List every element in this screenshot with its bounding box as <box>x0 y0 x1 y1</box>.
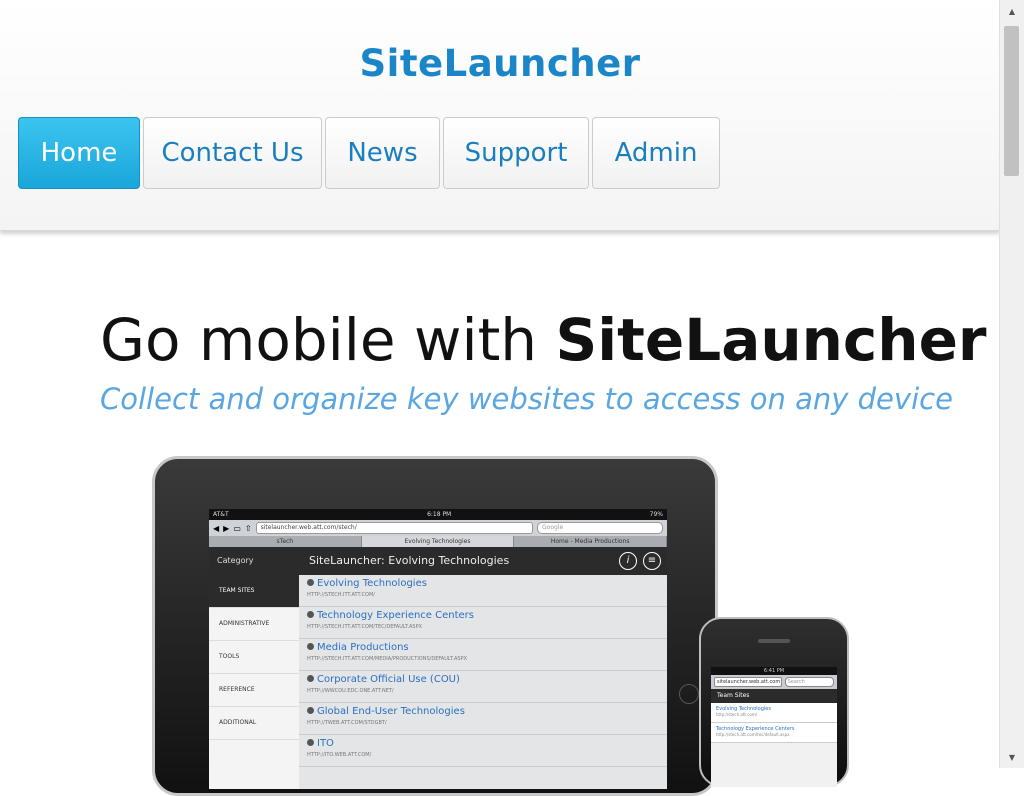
tablet-url-field: sitelauncher.web.att.com/stech/ <box>255 522 533 534</box>
bullet-icon <box>307 675 314 682</box>
tablet-site-url: HTTP://TWEB.ATT.COM/STDGBT/ <box>307 720 387 726</box>
bullet-icon <box>307 643 314 650</box>
tablet-site-url: HTTP://ITO.WEB.ATT.COM/ <box>307 752 372 758</box>
tablet-site-name: Media Productions <box>317 642 409 653</box>
hero-title: Go mobile with SiteLauncher <box>100 306 987 374</box>
forward-arrow-icon: ▶ <box>223 523 230 533</box>
nav-support-button[interactable]: Support <box>443 117 589 189</box>
info-icon: i <box>619 552 637 570</box>
tablet-category-item: REFERENCE <box>209 674 299 707</box>
tablet-carrier: AT&T <box>213 511 229 518</box>
phone-url-field: sitelauncher.web.att.com <box>714 677 782 687</box>
tablet-site-url: HTTP://STECH.ITT.ATT.COM/MEDIA/PRODUCTIO… <box>307 656 468 662</box>
nav-news-button[interactable]: News <box>325 117 440 189</box>
tablet-browser-toolbar: ◀ ▶ ▭ ⇧ sitelauncher.web.att.com/stech/ … <box>209 520 667 536</box>
tablet-tab: Home - Media Productions <box>514 536 667 547</box>
tablet-browser-tabs: sTech Evolving Technologies Home - Media… <box>209 536 667 547</box>
tablet-category-item: TEAM SITES <box>209 575 299 608</box>
phone-browser-toolbar: sitelauncher.web.att.com Search <box>711 675 837 689</box>
hero-title-prefix: Go mobile with <box>100 306 556 374</box>
tablet-site-name: Corporate Official Use (COU) <box>317 674 460 685</box>
main-nav: Home Contact Us News Support Admin <box>18 117 723 189</box>
tablet-category-sidebar: Category TEAM SITES ADMINISTRATIVE TOOLS… <box>209 547 299 789</box>
phone-site-url: http://stech.att.com/ <box>716 712 758 717</box>
phone-site-row: Technology Experience Centers http://stec… <box>711 723 837 743</box>
scroll-down-arrow-icon[interactable]: ▼ <box>1000 748 1024 766</box>
tablet-battery: 79% <box>649 511 663 518</box>
scroll-up-arrow-icon[interactable]: ▲ <box>1000 2 1024 20</box>
tablet-site-list: SiteLauncher: Evolving Technologies i ≡ … <box>299 547 667 789</box>
tablet-status-bar: AT&T 6:18 PM 79% <box>209 509 667 520</box>
brand-title[interactable]: SiteLauncher <box>0 42 1000 85</box>
hero-title-brand: SiteLauncher <box>555 306 987 374</box>
nav-home-button[interactable]: Home <box>18 117 140 189</box>
tablet-app-body: Category TEAM SITES ADMINISTRATIVE TOOLS… <box>209 547 667 789</box>
bullet-icon <box>307 739 314 746</box>
tablet-category-item: ADDITIONAL <box>209 707 299 740</box>
bullet-icon <box>307 579 314 586</box>
hero-subtitle: Collect and organize key websites to acc… <box>100 382 953 416</box>
bullet-icon <box>307 707 314 714</box>
tablet-site-name: Evolving Technologies <box>317 578 427 589</box>
tablet-site-row: ITO HTTP://ITO.WEB.ATT.COM/ <box>299 735 667 767</box>
site-header: SiteLauncher Home Contact Us News Suppor… <box>0 0 1000 231</box>
tablet-home-button-icon <box>679 684 699 704</box>
phone-screen: 6:41 PM sitelauncher.web.att.com Search … <box>711 667 837 787</box>
nav-admin-button[interactable]: Admin <box>592 117 720 189</box>
phone-status-bar: 6:41 PM <box>711 667 837 675</box>
tablet-site-url: HTTP://WWCOU.EDC.ONE.ATT.NET/ <box>307 688 394 694</box>
tablet-tab: Evolving Technologies <box>361 536 515 547</box>
tablet-site-name: Technology Experience Centers <box>317 610 475 621</box>
tablet-tab: sTech <box>209 536 362 547</box>
tablet-site-url: HTTP://STECH.ITT.ATT.COM/ <box>307 592 375 598</box>
phone-speaker-icon <box>758 639 790 643</box>
tablet-sidebar-title: Category <box>209 547 299 575</box>
phone-search-field: Search <box>784 677 834 687</box>
tablet-device-image: AT&T 6:18 PM 79% ◀ ▶ ▭ ⇧ sitelauncher.we… <box>152 456 718 796</box>
tablet-site-name: Global End-User Technologies <box>317 706 465 717</box>
tablet-time: 6:18 PM <box>427 511 452 518</box>
nav-contact-us-button[interactable]: Contact Us <box>143 117 322 189</box>
tablet-site-name: ITO <box>317 738 334 749</box>
back-arrow-icon: ◀ <box>213 523 220 533</box>
phone-section-title: Team Sites <box>711 689 837 703</box>
page-scrollbar[interactable]: ▲ ▼ <box>999 0 1024 768</box>
tablet-site-row: Media Productions HTTP://STECH.ITT.ATT.CO… <box>299 639 667 671</box>
phone-site-row: Evolving Technologies http://stech.att.co… <box>711 703 837 723</box>
tablet-site-row: Evolving Technologies HTTP://STECH.ITT.AT… <box>299 575 667 607</box>
tablet-site-row: Technology Experience Centers HTTP://STEC… <box>299 607 667 639</box>
tablet-site-url: HTTP://STECH.ITT.ATT.COM/TEC/DEFAULT.ASP… <box>307 624 423 630</box>
scroll-thumb[interactable] <box>1004 26 1019 176</box>
phone-device-image: 6:41 PM sitelauncher.web.att.com Search … <box>699 617 849 787</box>
share-icon: ⇧ <box>244 523 252 533</box>
tablet-search-field: Google <box>537 522 663 534</box>
tablet-header-icons: i ≡ <box>619 552 661 570</box>
tablet-main-title: SiteLauncher: Evolving Technologies <box>309 554 510 567</box>
phone-site-url: http://stech.att.com/tec/default.aspx <box>716 732 790 737</box>
tablet-category-item: TOOLS <box>209 641 299 674</box>
tablet-site-row: Global End-User Technologies HTTP://TWEB.… <box>299 703 667 735</box>
bookmarks-icon: ▭ <box>233 523 241 533</box>
tablet-screen: AT&T 6:18 PM 79% ◀ ▶ ▭ ⇧ sitelauncher.we… <box>209 509 667 789</box>
tablet-main-header: SiteLauncher: Evolving Technologies i ≡ <box>299 547 667 575</box>
bullet-icon <box>307 611 314 618</box>
globe-icon: ≡ <box>643 552 661 570</box>
tablet-category-item: ADMINISTRATIVE <box>209 608 299 641</box>
tablet-site-row: Corporate Official Use (COU) HTTP://WWCOU… <box>299 671 667 703</box>
